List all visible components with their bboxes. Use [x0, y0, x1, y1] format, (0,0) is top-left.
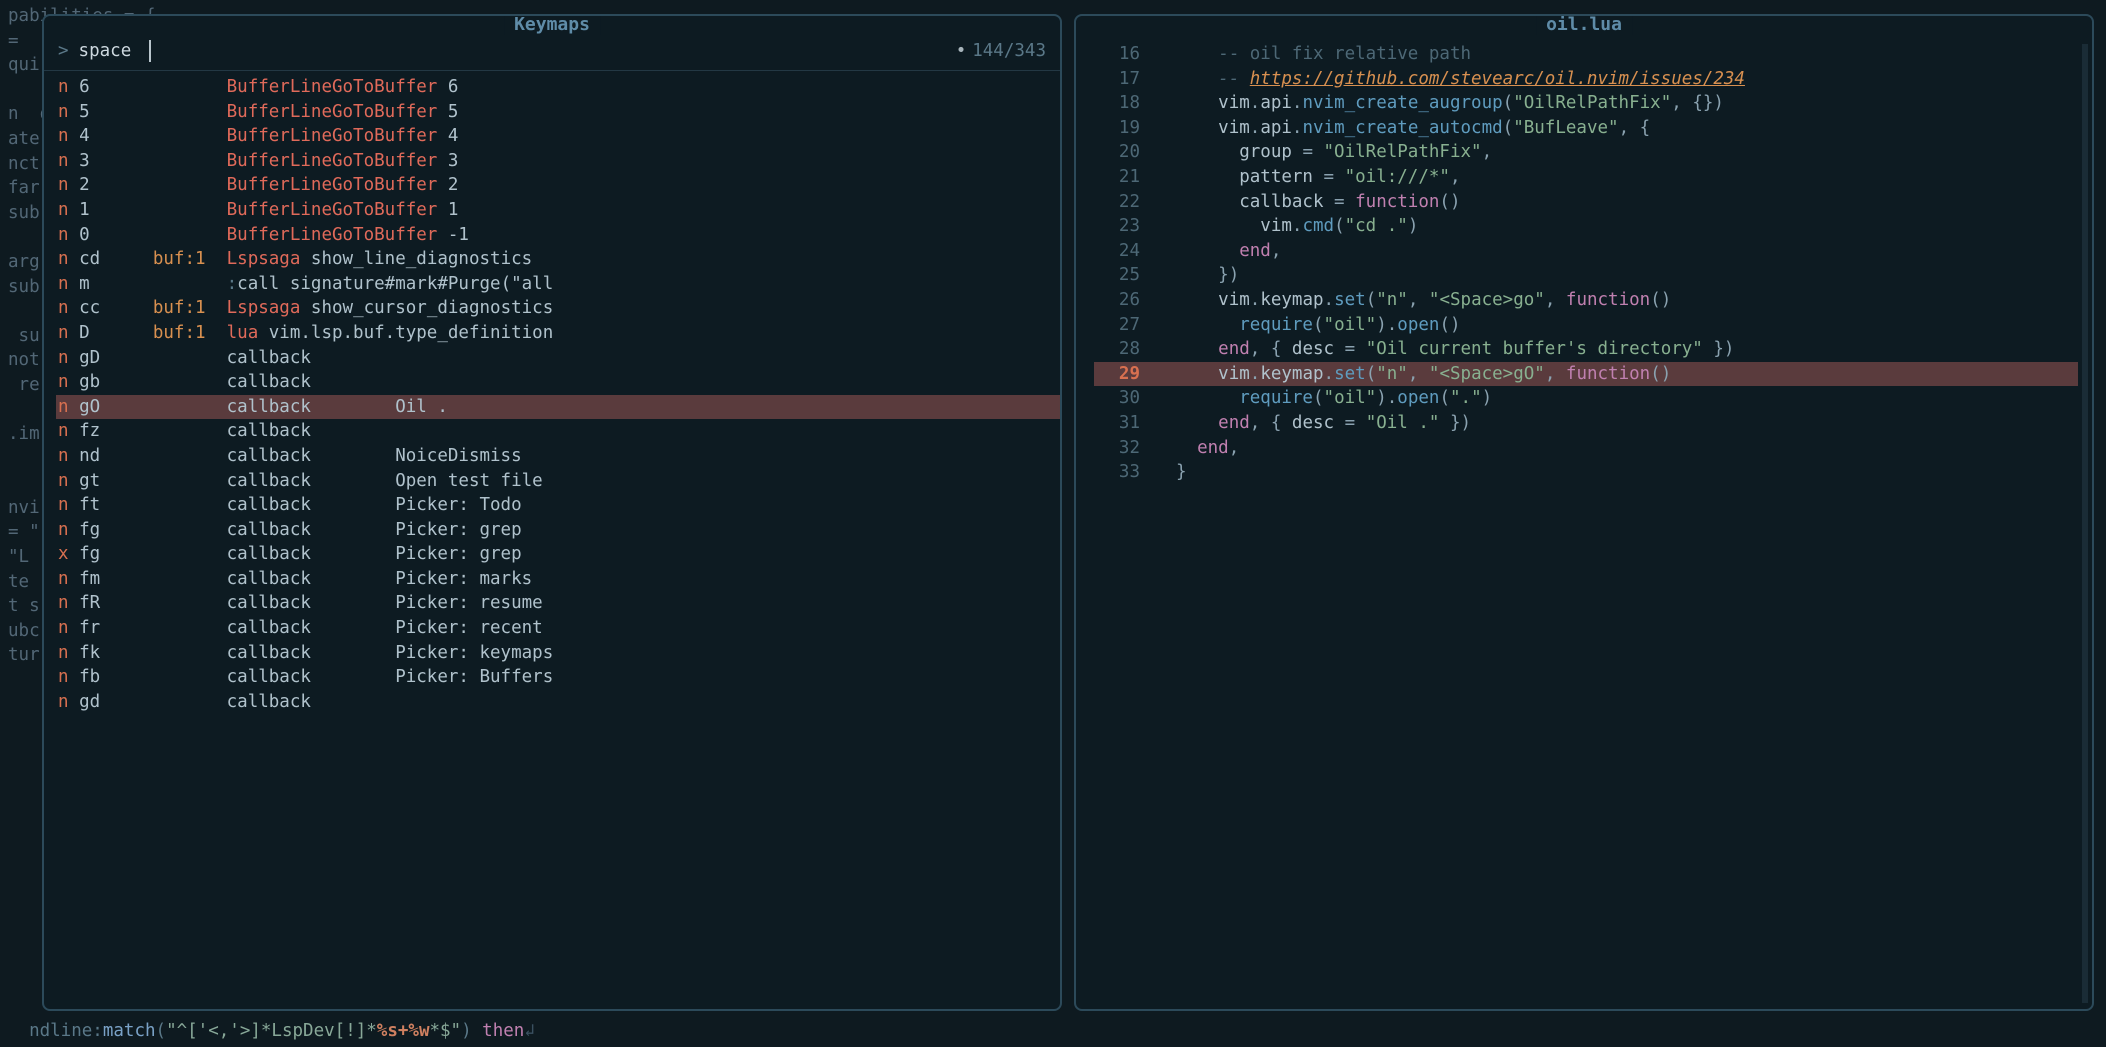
result-row[interactable]: n fm callback Picker: marks	[56, 567, 1060, 592]
result-row[interactable]: n 1 BufferLineGoToBuffer 1	[56, 198, 1060, 223]
code-line: 31 end, { desc = "Oil ." })	[1094, 411, 2078, 436]
keymaps-title: Keymaps	[504, 14, 600, 35]
search-input[interactable]	[79, 41, 149, 61]
return-icon: ↲	[524, 1021, 535, 1041]
code-line: 32 end,	[1094, 436, 2078, 461]
code-line: 18 vim.api.nvim_create_augroup("OilRelPa…	[1094, 91, 2078, 116]
result-row[interactable]: n 3 BufferLineGoToBuffer 3	[56, 149, 1060, 174]
code-line: 22 callback = function()	[1094, 190, 2078, 215]
result-row[interactable]: n fr callback Picker: recent	[56, 616, 1060, 641]
result-row[interactable]: n 4 BufferLineGoToBuffer 4	[56, 124, 1060, 149]
code-line: 29 vim.keymap.set("n", "<Space>gO", func…	[1094, 362, 2078, 387]
code-line: 30 require("oil").open(".")	[1094, 386, 2078, 411]
result-row[interactable]: n D buf:1 lua vim.lsp.buf.type_definitio…	[56, 321, 1060, 346]
code-line: 16 -- oil fix relative path	[1094, 42, 2078, 67]
scrollbar[interactable]	[2082, 44, 2088, 1003]
keymaps-panel: Keymaps > •144/343 n 6 BufferLineGoToBuf…	[42, 14, 1062, 1011]
result-row[interactable]: n fR callback Picker: resume	[56, 591, 1060, 616]
search-row: > •144/343	[44, 36, 1060, 71]
search-count: •144/343	[956, 41, 1046, 61]
results-list[interactable]: n 6 BufferLineGoToBuffer 6n 5 BufferLine…	[44, 71, 1060, 720]
count-text: 144/343	[972, 41, 1046, 61]
text-cursor	[149, 40, 151, 62]
frag: (	[156, 1021, 167, 1041]
result-row[interactable]: n fg callback Picker: grep	[56, 518, 1060, 543]
frag: match	[103, 1021, 156, 1041]
result-row[interactable]: n 0 BufferLineGoToBuffer -1	[56, 223, 1060, 248]
prompt-chevron-icon: >	[58, 41, 69, 61]
code-body[interactable]: 16 -- oil fix relative path17 -- https:/…	[1076, 16, 2092, 495]
preview-title: oil.lua	[1536, 14, 1632, 35]
frag: then	[482, 1021, 524, 1041]
frag: ndline:	[29, 1021, 103, 1041]
count-dot-icon: •	[956, 41, 967, 61]
code-line: 21 pattern = "oil:///*",	[1094, 165, 2078, 190]
result-row[interactable]: n nd callback NoiceDismiss	[56, 444, 1060, 469]
result-row[interactable]: n 6 BufferLineGoToBuffer 6	[56, 75, 1060, 100]
result-row[interactable]: n cc buf:1 Lspsaga show_cursor_diagnosti…	[56, 296, 1060, 321]
result-row[interactable]: x fg callback Picker: grep	[56, 542, 1060, 567]
code-line: 25 })	[1094, 263, 2078, 288]
result-row[interactable]: n 2 BufferLineGoToBuffer 2	[56, 173, 1060, 198]
code-line: 27 require("oil").open()	[1094, 313, 2078, 338]
bottom-code-line: ndline:match("^['<,'>]*LspDev[!]*%s+%w*$…	[8, 1001, 535, 1041]
result-row[interactable]: n gO callback Oil .	[56, 395, 1060, 420]
code-line: 24 end,	[1094, 239, 2078, 264]
frag: %s+%w	[377, 1021, 430, 1041]
result-row[interactable]: n m :call signature#mark#Purge("all	[56, 272, 1060, 297]
code-line: 23 vim.cmd("cd .")	[1094, 214, 2078, 239]
result-row[interactable]: n gb callback	[56, 370, 1060, 395]
result-row[interactable]: n fk callback Picker: keymaps	[56, 641, 1060, 666]
frag: )	[461, 1021, 482, 1041]
code-line: 19 vim.api.nvim_create_autocmd("BufLeave…	[1094, 116, 2078, 141]
result-row[interactable]: n gt callback Open test file	[56, 469, 1060, 494]
result-row[interactable]: n fz callback	[56, 419, 1060, 444]
code-line: 17 -- https://github.com/stevearc/oil.nv…	[1094, 67, 2078, 92]
result-row[interactable]: n gd callback	[56, 690, 1060, 715]
result-row[interactable]: n 5 BufferLineGoToBuffer 5	[56, 100, 1060, 125]
result-row[interactable]: n ft callback Picker: Todo	[56, 493, 1060, 518]
code-line: 28 end, { desc = "Oil current buffer's d…	[1094, 337, 2078, 362]
code-line: 33}	[1094, 460, 2078, 485]
result-row[interactable]: n cd buf:1 Lspsaga show_line_diagnostics	[56, 247, 1060, 272]
code-line: 20 group = "OilRelPathFix",	[1094, 140, 2078, 165]
result-row[interactable]: n fb callback Picker: Buffers	[56, 665, 1060, 690]
result-row[interactable]: n gD callback	[56, 346, 1060, 371]
frag: *$"	[429, 1021, 461, 1041]
preview-panel: oil.lua 16 -- oil fix relative path17 --…	[1074, 14, 2094, 1011]
frag: "^['<,'>]*LspDev[!]*	[166, 1021, 377, 1041]
code-line: 26 vim.keymap.set("n", "<Space>go", func…	[1094, 288, 2078, 313]
